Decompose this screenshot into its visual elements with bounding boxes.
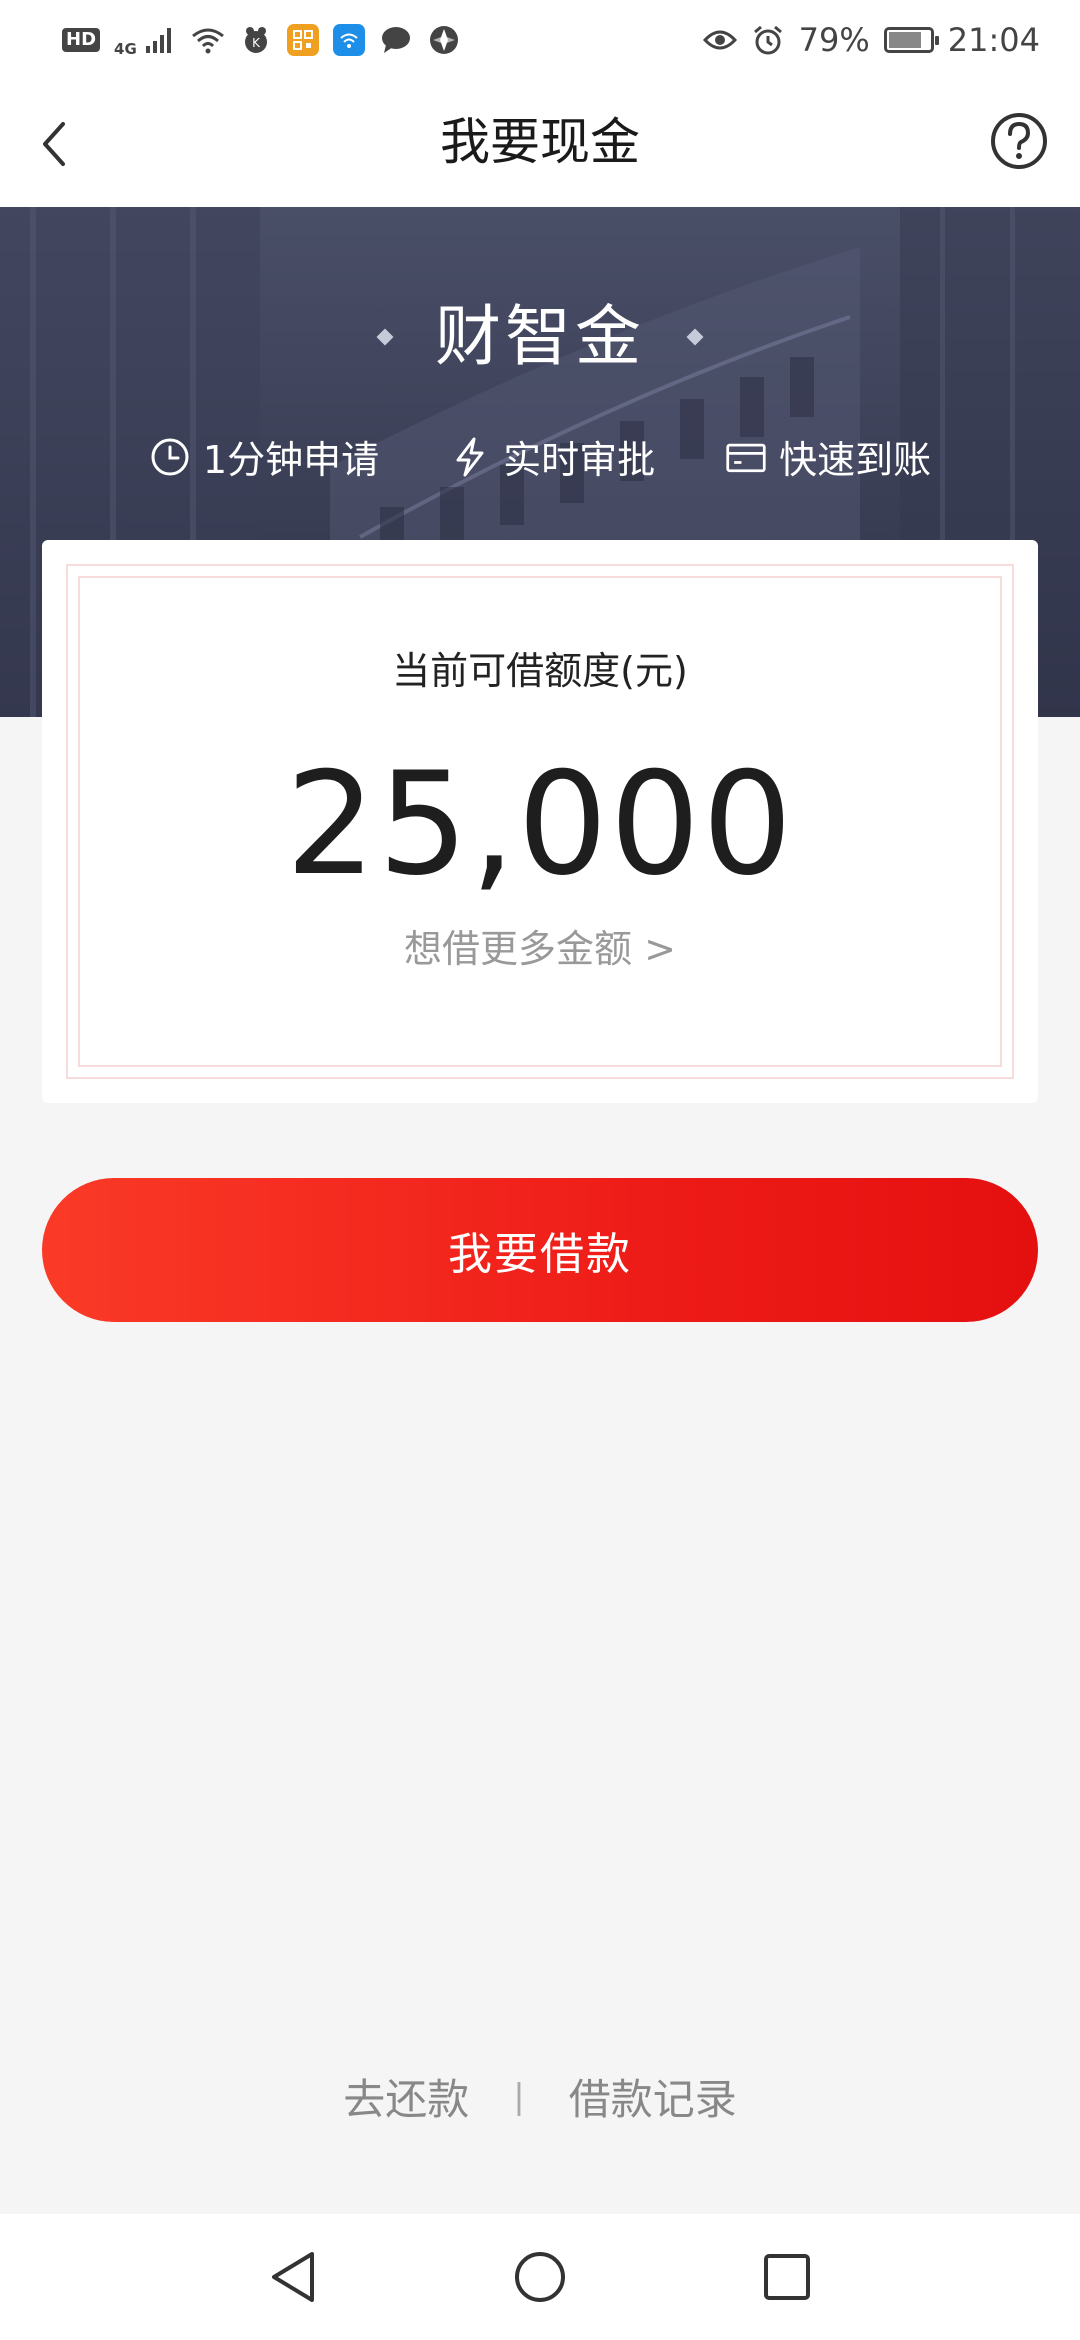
home-nav-button[interactable] (510, 2247, 570, 2307)
eye-icon (702, 23, 737, 57)
status-bar: HD 4G K 79% 21:04 (0, 0, 1080, 80)
feature-item-transfer: 快速到账 (725, 429, 931, 484)
battery-percent: 79% (798, 21, 870, 59)
battery-icon (883, 27, 939, 53)
network-type: 4G (114, 40, 137, 58)
diamond-icon (686, 328, 704, 346)
brand-header: 财智金 (0, 297, 1080, 377)
borrow-more-link[interactable]: 想借更多金额 > (42, 918, 1038, 973)
battery-level (888, 32, 921, 48)
diamond-icon (376, 328, 394, 346)
svg-text:K: K (252, 36, 261, 50)
feature-item-apply: 1分钟申请 (149, 429, 379, 484)
feature-label: 1分钟申请 (202, 438, 380, 482)
footer-links: 去还款 | 借款记录 (0, 2066, 1080, 2127)
wifi-app-icon (332, 24, 365, 56)
system-nav-bar (0, 2214, 1080, 2340)
repay-link[interactable]: 去还款 (343, 2066, 469, 2127)
wifi-icon (191, 23, 225, 57)
recents-nav-button[interactable] (757, 2247, 817, 2307)
brand-name: 财智金 (435, 298, 645, 375)
qr-app-icon (286, 24, 319, 56)
clock-icon (149, 436, 191, 478)
signal-icon (143, 23, 177, 57)
borrow-button[interactable]: 我要借款 (42, 1178, 1038, 1322)
feature-label: 实时审批 (503, 438, 656, 482)
chat-icon (379, 23, 413, 57)
app-icon: K (239, 23, 273, 57)
credit-limit-label: 当前可借额度(元) (392, 649, 688, 693)
credit-limit-amount: 25,000 (285, 742, 795, 907)
square-recents-icon (763, 2254, 810, 2300)
feature-list: 1分钟申请 实时审批 快速到账 (0, 429, 1080, 484)
card-icon (725, 436, 767, 478)
hd-icon: HD (62, 28, 101, 52)
triangle-back-icon (272, 2252, 315, 2302)
status-right: 79% 21:04 (702, 21, 1040, 59)
nav-bar: 我要现金 (0, 80, 1080, 207)
circle-home-icon (514, 2252, 565, 2302)
feature-label: 快速到账 (779, 438, 932, 482)
status-left: HD 4G K (62, 22, 461, 58)
compass-icon (427, 23, 461, 57)
clock: 21:04 (947, 21, 1040, 59)
alarm-icon (751, 23, 785, 57)
footer-divider: | (513, 2076, 525, 2117)
loan-records-link[interactable]: 借款记录 (569, 2066, 737, 2127)
page-title: 我要现金 (440, 113, 640, 171)
feature-item-approval: 实时审批 (449, 429, 655, 484)
lightning-icon (449, 436, 491, 478)
help-button[interactable] (986, 108, 1052, 174)
credit-limit-card: 当前可借额度(元) 25,000 想借更多金额 > (42, 540, 1038, 1103)
back-nav-button[interactable] (263, 2247, 323, 2307)
question-circle-icon (991, 113, 1047, 169)
